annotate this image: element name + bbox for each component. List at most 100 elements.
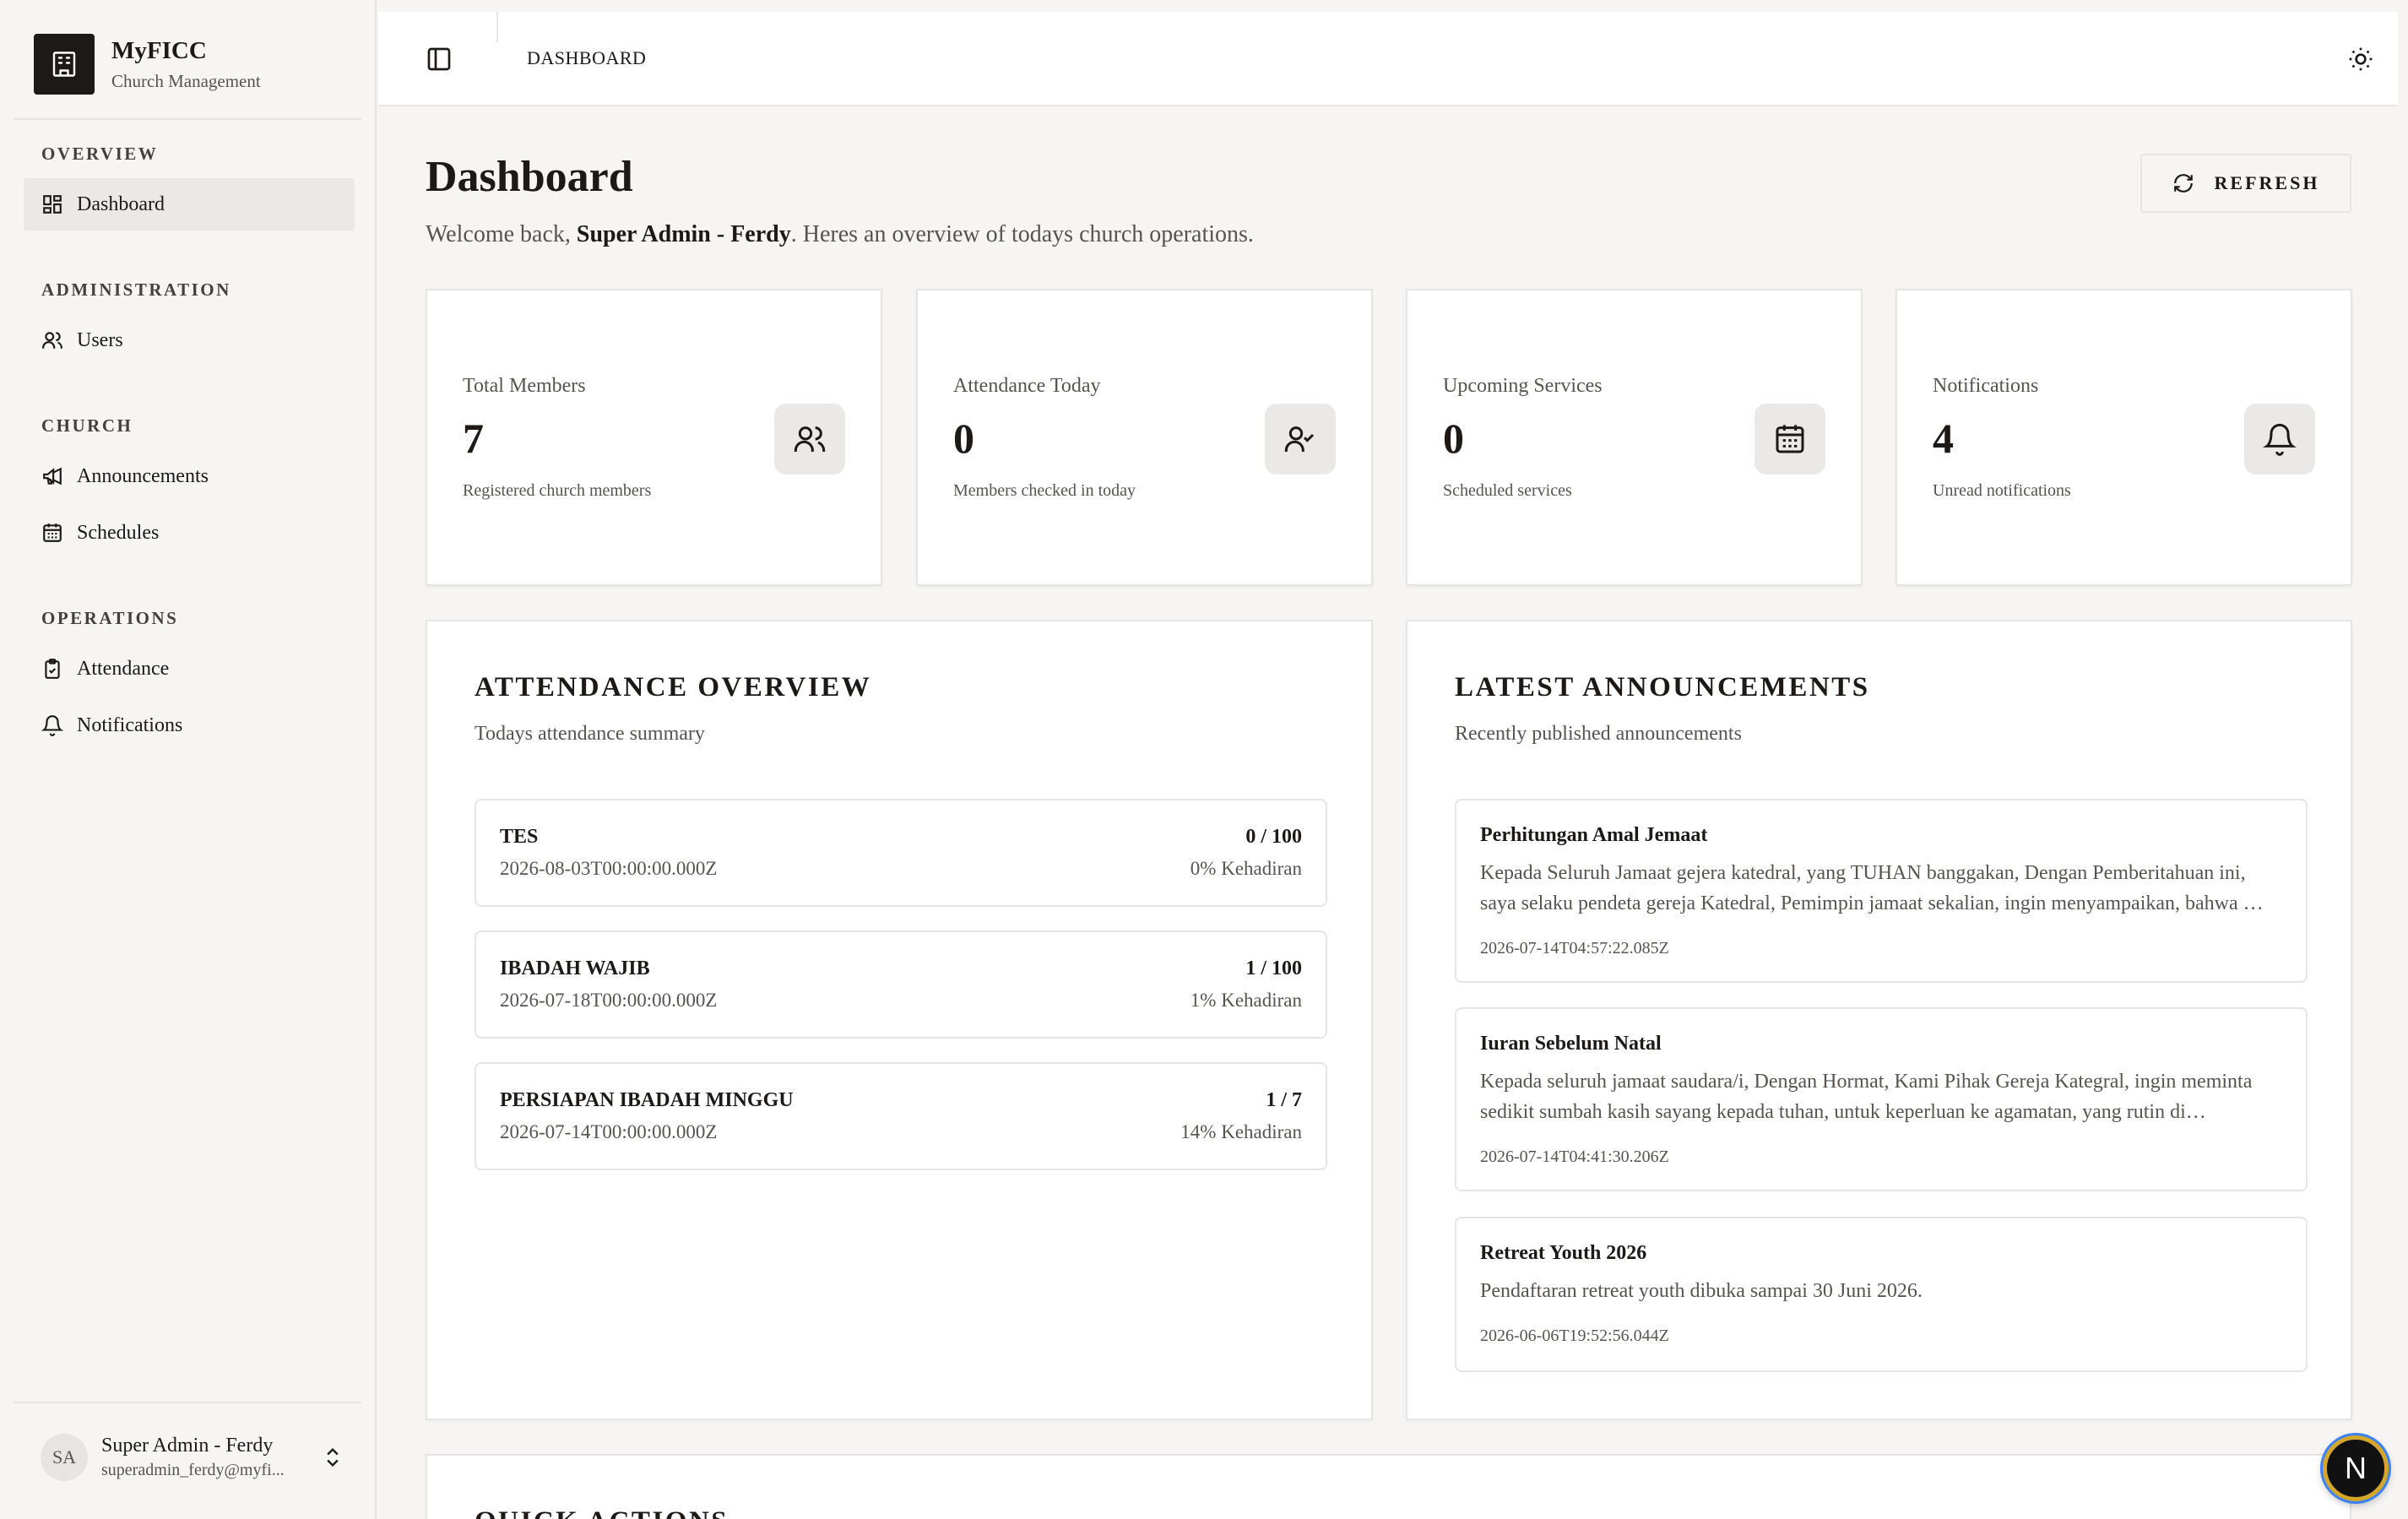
calendar-icon xyxy=(1754,404,1825,475)
sidebar-item-label: Attendance xyxy=(77,657,170,680)
announcement-item[interactable]: Iuran Sebelum Natal Kepada seluruh jamaa… xyxy=(1455,1007,2308,1191)
clipboard-check-icon xyxy=(45,659,60,679)
stat-value: 0 xyxy=(953,415,974,462)
stat-value: 0 xyxy=(1443,415,1464,462)
sidebar-item-label: Schedules xyxy=(77,521,160,544)
users-icon xyxy=(42,332,62,349)
dashboard-icon xyxy=(43,195,62,214)
panel-subtitle: Recently published announcements xyxy=(1455,723,1742,745)
attendance-percent: 14% Kehadiran xyxy=(1180,1121,1302,1142)
sidebar-item-label: Users xyxy=(77,328,123,351)
nav-group-overview: OVERVIEW xyxy=(41,144,159,164)
megaphone-icon xyxy=(43,467,62,486)
announcement-date: 2026-07-14T04:57:22.085Z xyxy=(1480,939,1669,958)
stat-card-total-members: Total Members 7 Registered church member… xyxy=(426,289,882,586)
stat-label: Notifications xyxy=(1933,375,2039,397)
sidebar-item-label: Dashboard xyxy=(77,193,165,215)
attendance-count: 0 / 100 xyxy=(1245,826,1302,848)
nav-group-administration: ADMINISTRATION xyxy=(41,279,231,300)
user-name: Super Admin - Ferdy xyxy=(101,1435,274,1457)
service-name: TES xyxy=(500,826,539,848)
panel-title: ATTENDANCE OVERVIEW xyxy=(475,672,872,703)
page-title: Dashboard xyxy=(426,153,633,201)
sidebar: MyFICC Church Management OVERVIEW Dashbo… xyxy=(0,0,377,1519)
sidebar-item-notifications[interactable]: Notifications xyxy=(24,699,355,751)
panel-title: LATEST ANNOUNCEMENTS xyxy=(1455,672,1870,703)
announcement-date: 2026-07-14T04:41:30.206Z xyxy=(1480,1147,1669,1166)
announcement-title: Retreat Youth 2026 xyxy=(1480,1242,1647,1264)
bell-icon xyxy=(2244,404,2315,475)
divider xyxy=(14,1402,361,1403)
stat-card-notifications: Notifications 4 Unread notifications xyxy=(1895,289,2352,586)
attendance-count: 1 / 100 xyxy=(1245,958,1302,979)
breadcrumb: DASHBOARD xyxy=(527,47,647,68)
latest-announcements-panel: LATEST ANNOUNCEMENTS Recently published … xyxy=(1406,620,2352,1420)
welcome-prefix: Welcome back, xyxy=(426,221,577,247)
service-date: 2026-08-03T00:00:00.000Z xyxy=(500,858,718,879)
user-email: superadmin_ferdy@myfi... xyxy=(101,1461,285,1479)
refresh-label: REFRESH xyxy=(2214,172,2320,193)
users-icon xyxy=(774,404,845,475)
attendance-overview-panel: ATTENDANCE OVERVIEW Todays attendance su… xyxy=(426,620,1373,1420)
user-menu[interactable]: SA Super Admin - Ferdy superadmin_ferdy@… xyxy=(41,1430,344,1484)
sidebar-item-label: Notifications xyxy=(77,713,183,736)
announcement-title: Perhitungan Amal Jemaat xyxy=(1480,824,1708,846)
bell-icon xyxy=(41,715,63,736)
floating-assistant-button[interactable]: N xyxy=(2323,1435,2389,1501)
user-check-icon xyxy=(1265,404,1336,475)
chevron-up-down-icon[interactable] xyxy=(321,1446,344,1469)
stat-description: Members checked in today xyxy=(953,481,1136,500)
attendance-row[interactable]: TES 2026-08-03T00:00:00.000Z 0 / 100 0% … xyxy=(475,799,1327,907)
church-logo-icon xyxy=(34,34,95,95)
announcement-date: 2026-06-06T19:52:56.044Z xyxy=(1480,1326,1669,1345)
service-date: 2026-07-14T00:00:00.000Z xyxy=(500,1121,718,1142)
announcement-body: Kepada Seluruh Jamaat gejera katedral, y… xyxy=(1480,862,2264,914)
announcement-body: Pendaftaran retreat youth dibuka sampai … xyxy=(1480,1280,1923,1302)
refresh-button[interactable]: REFRESH xyxy=(2140,154,2351,213)
welcome-text: Welcome back, Super Admin - Ferdy. Heres… xyxy=(426,221,1254,248)
divider xyxy=(14,118,361,120)
brand[interactable]: MyFICC Church Management xyxy=(34,34,261,95)
service-name: PERSIAPAN IBADAH MINGGU xyxy=(500,1089,794,1111)
stat-value: 4 xyxy=(1933,415,1954,462)
stat-label: Attendance Today xyxy=(953,375,1101,397)
brand-subtitle: Church Management xyxy=(111,70,261,91)
stat-card-attendance-today: Attendance Today 0 Members checked in to… xyxy=(916,289,1373,586)
divider xyxy=(496,12,498,42)
stat-description: Scheduled services xyxy=(1443,481,1572,500)
announcement-title: Iuran Sebelum Natal xyxy=(1480,1033,1662,1055)
attendance-percent: 0% Kehadiran xyxy=(1190,858,1302,879)
sidebar-item-schedules[interactable]: Schedules xyxy=(24,507,355,559)
announcement-body: Kepada seluruh jamaat saudara/i, Dengan … xyxy=(1480,1071,2253,1123)
service-date: 2026-07-18T00:00:00.000Z xyxy=(500,990,718,1011)
refresh-icon xyxy=(2173,174,2193,193)
sidebar-item-users[interactable]: Users xyxy=(24,314,355,366)
sidebar-item-dashboard[interactable]: Dashboard xyxy=(24,178,355,231)
sidebar-item-announcements[interactable]: Announcements xyxy=(24,450,355,502)
quick-actions-panel: QUICK ACTIONS xyxy=(426,1454,2351,1519)
stat-description: Unread notifications xyxy=(1933,481,2071,500)
stat-value: 7 xyxy=(463,415,484,462)
nav-group-church: CHURCH xyxy=(41,415,133,436)
panel-subtitle: Todays attendance summary xyxy=(475,723,705,745)
sidebar-toggle-icon[interactable] xyxy=(426,46,453,73)
announcement-item[interactable]: Retreat Youth 2026 Pendaftaran retreat y… xyxy=(1455,1217,2308,1372)
panel-title: QUICK ACTIONS xyxy=(475,1506,729,1519)
sidebar-item-attendance[interactable]: Attendance xyxy=(24,643,355,695)
stat-label: Upcoming Services xyxy=(1443,375,1603,397)
announcement-item[interactable]: Perhitungan Amal Jemaat Kepada Seluruh J… xyxy=(1455,799,2308,983)
sidebar-item-label: Announcements xyxy=(77,464,209,487)
welcome-suffix: . Heres an overview of todays church ope… xyxy=(790,221,1254,247)
attendance-row[interactable]: IBADAH WAJIB 2026-07-18T00:00:00.000Z 1 … xyxy=(475,930,1327,1039)
service-name: IBADAH WAJIB xyxy=(500,958,650,979)
stat-description: Registered church members xyxy=(463,481,652,500)
attendance-count: 1 / 7 xyxy=(1266,1089,1302,1111)
welcome-user-name: Super Admin - Ferdy xyxy=(576,221,791,247)
top-bar: DASHBOARD xyxy=(378,12,2398,106)
attendance-row[interactable]: PERSIAPAN IBADAH MINGGU 2026-07-14T00:00… xyxy=(475,1062,1327,1170)
stat-label: Total Members xyxy=(463,375,586,397)
avatar: SA xyxy=(41,1434,88,1481)
stat-card-upcoming-services: Upcoming Services 0 Scheduled services xyxy=(1406,289,1863,586)
sun-icon[interactable] xyxy=(2347,46,2374,73)
nav-group-operations: OPERATIONS xyxy=(41,608,179,628)
